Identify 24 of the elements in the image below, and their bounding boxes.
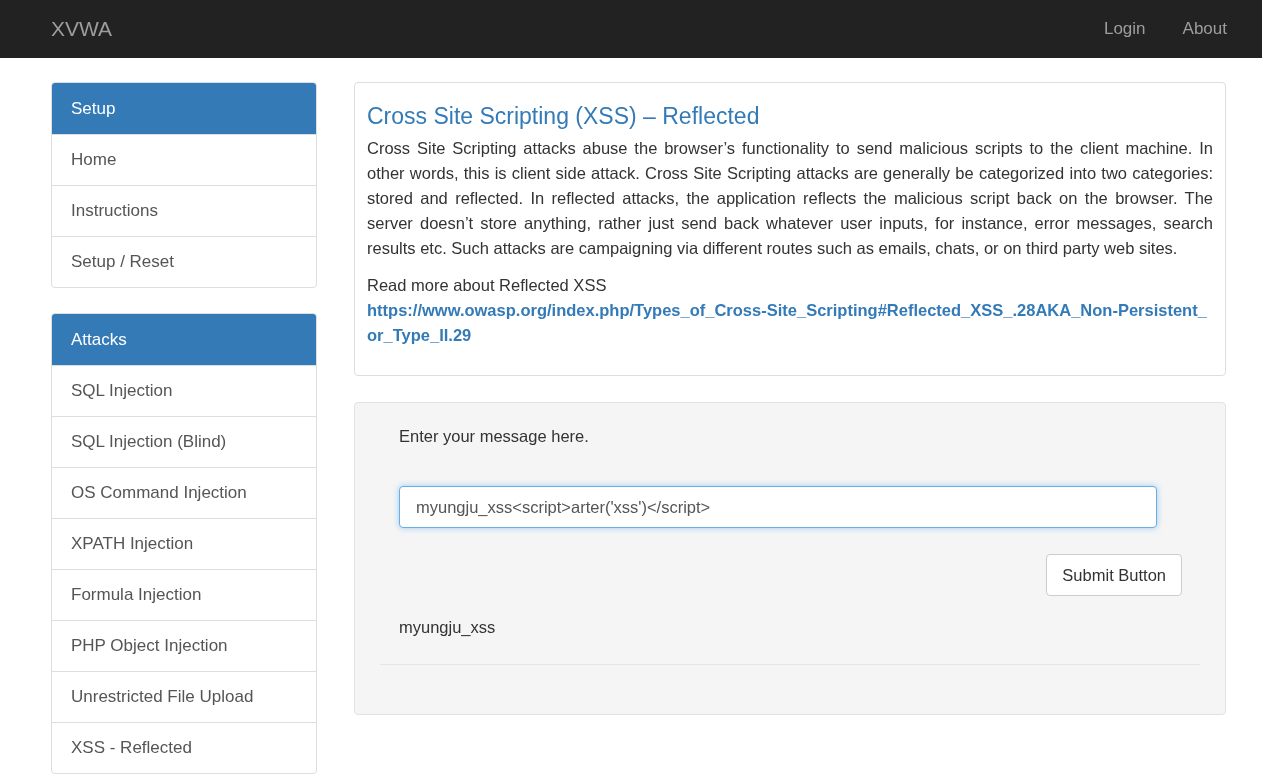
page-title: Cross Site Scripting (XSS) – Reflected	[367, 103, 761, 130]
sidebar-item[interactable]: Instructions	[52, 185, 316, 236]
brand-link[interactable]: XVWA	[51, 17, 113, 41]
read-more-text: Read more about Reflected XSS	[367, 275, 608, 296]
sidebar-item[interactable]: Unrestricted File Upload	[52, 671, 316, 722]
sidebar-item[interactable]: Formula Injection	[52, 569, 316, 620]
sidebar-item[interactable]: XSS - Reflected	[52, 722, 316, 773]
submit-button[interactable]: Submit Button	[1046, 554, 1182, 596]
description-text: Cross Site Scripting attacks abuse the browser’s functionality to send malicious scripts to the client machine. In other words, this is client side attack. Cross Site Scripting attacks are generally be categorized into two categories: stored and reflected. In reflected attacks, the application reflects the malicious script back on the browser. The server doesn’t store anything, rather just send back whatever user inputs, for instance, error messages, search results etc. Such attacks are campaigning via different routes such as emails, chats, or on third party web sites.	[367, 138, 1213, 259]
sidebar-item[interactable]: SQL Injection (Blind)	[52, 416, 316, 467]
panel-heading: Setup	[52, 83, 316, 134]
message-input[interactable]: myungju_xss<script>arter('xss')</script>	[399, 486, 1157, 528]
output-text: myungju_xss	[398, 618, 497, 637]
reference-link[interactable]: https://www.owasp.org/index.php/Types_of_Cross-Site_Scripting#Reflected_XSS_.28AKA_Non-Persistent_or_Type_II.29	[367, 298, 1213, 348]
sidebar-item[interactable]: Setup / Reset	[52, 236, 316, 287]
field-label: Enter your message here.	[398, 427, 590, 446]
sidebar-item[interactable]: XPATH Injection	[52, 518, 316, 569]
panel-heading: Attacks	[52, 314, 316, 365]
sidebar-item[interactable]: OS Command Injection	[52, 467, 316, 518]
sidebar-item[interactable]: SQL Injection	[52, 365, 316, 416]
sidebar-item[interactable]: PHP Object Injection	[52, 620, 316, 671]
sidebar-item[interactable]: Home	[52, 134, 316, 185]
nav-link[interactable]: Login	[1103, 19, 1146, 39]
nav-link[interactable]: About	[1182, 19, 1227, 39]
